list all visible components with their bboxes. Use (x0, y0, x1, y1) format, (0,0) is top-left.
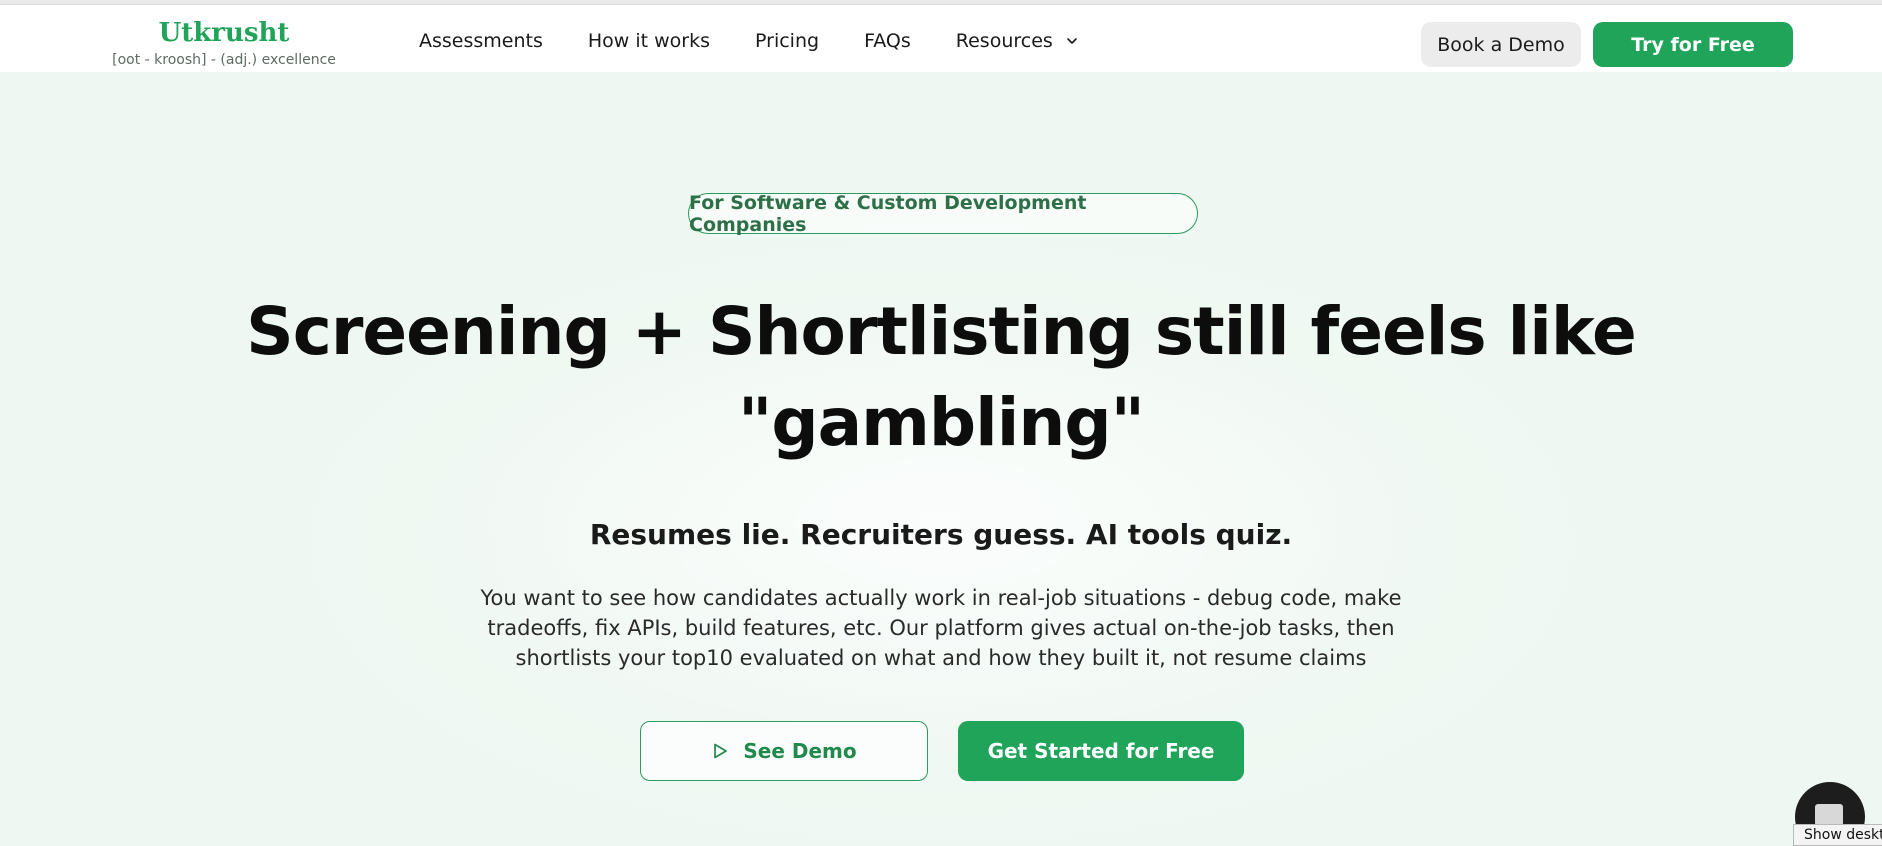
hero-description-line-3: shortlists your top10 evaluated on what … (515, 646, 1367, 670)
tooltip: Show deskt (1793, 824, 1882, 846)
get-started-button[interactable]: Get Started for Free (958, 721, 1244, 781)
hero-headline: Screening + Shortlisting still feels lik… (241, 286, 1641, 468)
nav-item-faqs[interactable]: FAQs (864, 30, 911, 52)
hero-subheadline: Resumes lie. Recruiters guess. AI tools … (589, 518, 1293, 551)
logo-tagline: [oot - kroosh] - (adj.) excellence (112, 52, 336, 68)
nav-item-resources-label: Resources (955, 30, 1053, 52)
logo-name: Utkrusht (158, 18, 290, 48)
chevron-down-icon (1067, 38, 1077, 44)
book-demo-button[interactable]: Book a Demo (1421, 22, 1581, 67)
hero-description-line-1: You want to see how candidates actually … (480, 586, 1402, 610)
play-icon (714, 743, 728, 759)
chat-widget-inner (1815, 804, 1843, 826)
try-free-button[interactable]: Try for Free (1593, 22, 1793, 67)
audience-badge: For Software & Custom Development Compan… (688, 192, 1198, 236)
see-demo-label: See Demo (743, 739, 857, 763)
hero-headline-line-1: Screening + Shortlisting still feels lik… (246, 293, 1637, 370)
hero-headline-line-2: "gambling" (737, 384, 1145, 461)
navbar: Utkrusht [oot - kroosh] - (adj.) excelle… (0, 5, 1882, 72)
main-nav: Assessments How it works Pricing FAQs Re… (419, 30, 1124, 52)
hero-description: You want to see how candidates actually … (441, 583, 1441, 673)
nav-item-how-it-works[interactable]: How it works (588, 30, 710, 52)
logo[interactable]: Utkrusht [oot - kroosh] - (adj.) excelle… (104, 18, 344, 69)
nav-item-pricing[interactable]: Pricing (755, 30, 819, 52)
hero-description-line-2: tradeoffs, fix APIs, build features, etc… (487, 616, 1395, 640)
nav-item-resources[interactable]: Resources (956, 30, 1079, 52)
nav-item-assessments[interactable]: Assessments (419, 30, 543, 52)
see-demo-button[interactable]: See Demo (640, 721, 928, 781)
